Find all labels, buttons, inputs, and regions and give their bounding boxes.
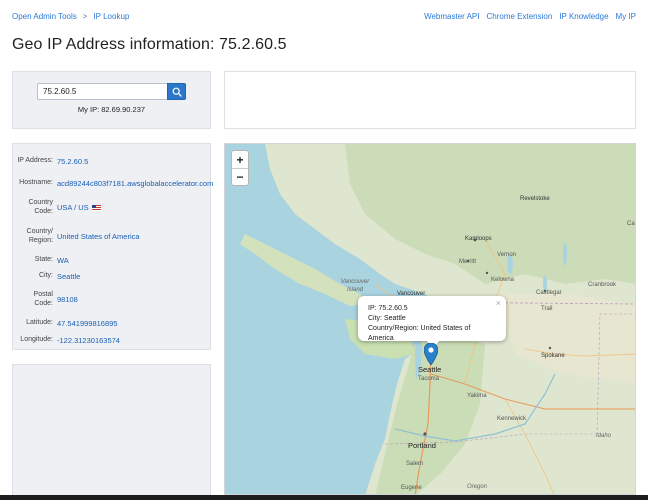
country-code-label: Country Code: bbox=[28, 198, 53, 215]
postal-code-value[interactable]: 98108 bbox=[57, 295, 78, 304]
ip-info-panel: IP Address: 75.2.60.5 Hostname: acd89244… bbox=[12, 143, 213, 350]
popup-ip: IP: 75.2.60.5 bbox=[368, 305, 408, 312]
map-label-castlegar: Castlegar bbox=[536, 290, 562, 296]
map-label-idaho: Idaho bbox=[596, 433, 612, 439]
map-label-tacoma: Tacoma bbox=[418, 376, 440, 382]
breadcrumb: Open Admin Tools > IP Lookup bbox=[12, 12, 129, 21]
map[interactable]: Kamloops Revelstoke Merritt Vernon Kelow… bbox=[224, 143, 636, 495]
info-row-ip: IP Address: 75.2.60.5 bbox=[13, 149, 212, 173]
search-icon bbox=[172, 87, 182, 97]
popup-city: City: Seattle bbox=[368, 315, 406, 322]
ip-address-value[interactable]: 75.2.60.5 bbox=[57, 157, 88, 166]
info-row-state: State: WA bbox=[13, 253, 212, 267]
latitude-label: Latitude: bbox=[26, 319, 53, 327]
map-label-merritt: Merritt bbox=[459, 259, 476, 265]
city-value[interactable]: Seattle bbox=[57, 272, 80, 281]
popup-close-button[interactable]: × bbox=[496, 298, 501, 308]
state-label: State: bbox=[34, 256, 53, 264]
country-code-value: USA / US bbox=[57, 203, 101, 212]
zoom-in-button[interactable]: + bbox=[232, 151, 248, 168]
info-row-longitude: Longitude: -122.31230163574 bbox=[13, 333, 212, 347]
zoom-out-button[interactable]: − bbox=[232, 168, 248, 185]
info-row-postal: Postal Code: 98108 bbox=[13, 287, 212, 311]
info-row-country-code: Country Code: USA / US bbox=[13, 195, 212, 219]
zoom-control: + − bbox=[231, 150, 249, 186]
latitude-value[interactable]: 47.541999816895 bbox=[57, 319, 117, 328]
map-label-spokane: Spokane bbox=[541, 353, 565, 359]
search-form bbox=[37, 83, 186, 100]
postal-code-label: Postal Code: bbox=[33, 290, 53, 307]
map-label-ca: Ca bbox=[627, 221, 635, 227]
map-label-seattle: Seattle bbox=[418, 365, 442, 374]
map-label-oregon: Oregon bbox=[467, 484, 488, 490]
map-label-cranbrook: Cranbrook bbox=[588, 282, 617, 288]
map-label-kelowna: Kelowna bbox=[491, 277, 515, 283]
country-code-link[interactable]: USA / US bbox=[57, 203, 89, 212]
map-label-yakima: Yakima bbox=[467, 393, 487, 399]
webmaster-api-link[interactable]: Webmaster API bbox=[424, 12, 479, 21]
longitude-label: Longitude: bbox=[20, 336, 53, 344]
my-ip-link[interactable]: My IP bbox=[616, 12, 636, 21]
ip-address-label: IP Address: bbox=[17, 157, 53, 165]
map-label-vernon: Vernon bbox=[497, 252, 517, 258]
state-value[interactable]: WA bbox=[57, 256, 69, 265]
hostname-value[interactable]: acd89244c803f7181.awsglobalaccelerator.c… bbox=[57, 179, 213, 188]
map-label-salem: Salem bbox=[406, 461, 424, 467]
longitude-value[interactable]: -122.31230163574 bbox=[57, 336, 120, 345]
info-row-latitude: Latitude: 47.541999816895 bbox=[13, 316, 212, 330]
map-label-vancouver-island: Vancouver Island bbox=[340, 279, 370, 293]
my-ip-text: My IP: 82.69.90.237 bbox=[77, 105, 146, 114]
top-nav: Open Admin Tools > IP Lookup Webmaster A… bbox=[12, 12, 636, 26]
breadcrumb-open-admin-tools[interactable]: Open Admin Tools bbox=[12, 12, 77, 21]
sidebar-ad-panel bbox=[12, 364, 211, 500]
breadcrumb-separator: > bbox=[82, 12, 88, 21]
hostname-label: Hostname: bbox=[19, 179, 53, 187]
map-label-eugene: Eugene bbox=[401, 485, 422, 491]
map-popup: × IP: 75.2.60.5 City: Seattle Country/Re… bbox=[358, 296, 506, 342]
chrome-extension-link[interactable]: Chrome Extension bbox=[487, 12, 553, 21]
ip-search-input[interactable] bbox=[37, 83, 167, 100]
map-label-kamloops: Kamloops bbox=[465, 236, 492, 242]
info-row-country: Country/ Region: United States of Americ… bbox=[13, 224, 212, 248]
map-label-portland: Portland bbox=[408, 441, 436, 450]
header-links: Webmaster API Chrome Extension IP Knowle… bbox=[424, 12, 636, 21]
info-row-hostname: Hostname: acd89244c803f7181.awsglobalacc… bbox=[13, 176, 213, 190]
us-flag-icon bbox=[91, 204, 101, 211]
info-row-city: City: Seattle bbox=[13, 269, 212, 283]
country-region-value[interactable]: United States of America bbox=[57, 232, 140, 241]
city-label: City: bbox=[39, 272, 53, 280]
map-label-kennewick: Kennewick bbox=[497, 416, 527, 422]
search-button[interactable] bbox=[167, 83, 186, 100]
location-marker-icon[interactable] bbox=[424, 343, 438, 365]
ip-knowledge-link[interactable]: IP Knowledge bbox=[559, 12, 608, 21]
top-ad-box bbox=[224, 71, 636, 129]
map-label-revelstoke: Revelstoke bbox=[520, 196, 550, 202]
search-panel: My IP: 82.69.90.237 bbox=[12, 71, 211, 129]
breadcrumb-ip-lookup[interactable]: IP Lookup bbox=[93, 12, 129, 21]
country-region-label: Country/ Region: bbox=[26, 227, 53, 244]
bottom-bar bbox=[0, 495, 648, 500]
page-title: Geo IP Address information: 75.2.60.5 bbox=[12, 36, 287, 53]
map-label-trail: Trail bbox=[541, 306, 553, 312]
